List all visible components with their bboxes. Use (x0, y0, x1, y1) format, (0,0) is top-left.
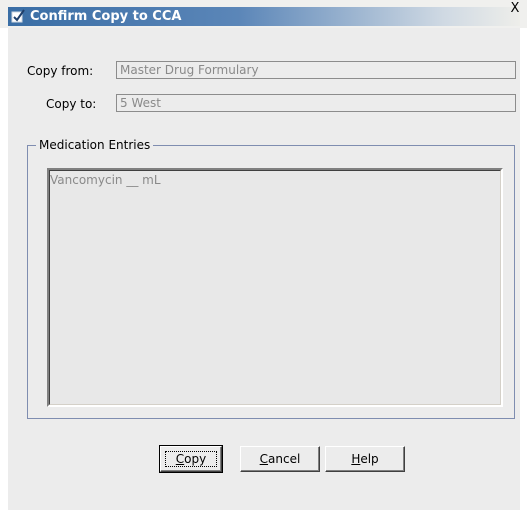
dialog-title: Confirm Copy to CCA (30, 9, 182, 24)
copy-to-field: 5 West (116, 94, 516, 112)
close-icon: X (510, 1, 520, 16)
list-border (49, 170, 501, 405)
help-mnemonic: H (351, 452, 361, 466)
medication-entries-list[interactable]: Vancomycin __ mL (47, 168, 503, 407)
focus-ring (165, 451, 217, 467)
cancel-label: ancel (268, 452, 301, 466)
medication-entries-legend: Medication Entries (36, 138, 154, 152)
copy-button[interactable]: Copy (159, 445, 223, 473)
confirm-check-icon (11, 9, 25, 23)
title-bar: Confirm Copy to CCA X (0, 0, 527, 28)
cancel-button[interactable]: Cancel (240, 446, 320, 472)
copy-to-label: Copy to: (46, 97, 97, 111)
help-label: elp (360, 452, 379, 466)
list-item[interactable]: Vancomycin __ mL (50, 173, 161, 187)
cancel-mnemonic: C (259, 452, 269, 466)
copy-from-label: Copy from: (27, 64, 94, 78)
close-button[interactable]: X (506, 1, 524, 17)
title-bar-gradient: Confirm Copy to CCA (8, 7, 520, 26)
copy-from-field: Master Drug Formulary (116, 61, 516, 79)
help-button[interactable]: Help (325, 446, 405, 472)
